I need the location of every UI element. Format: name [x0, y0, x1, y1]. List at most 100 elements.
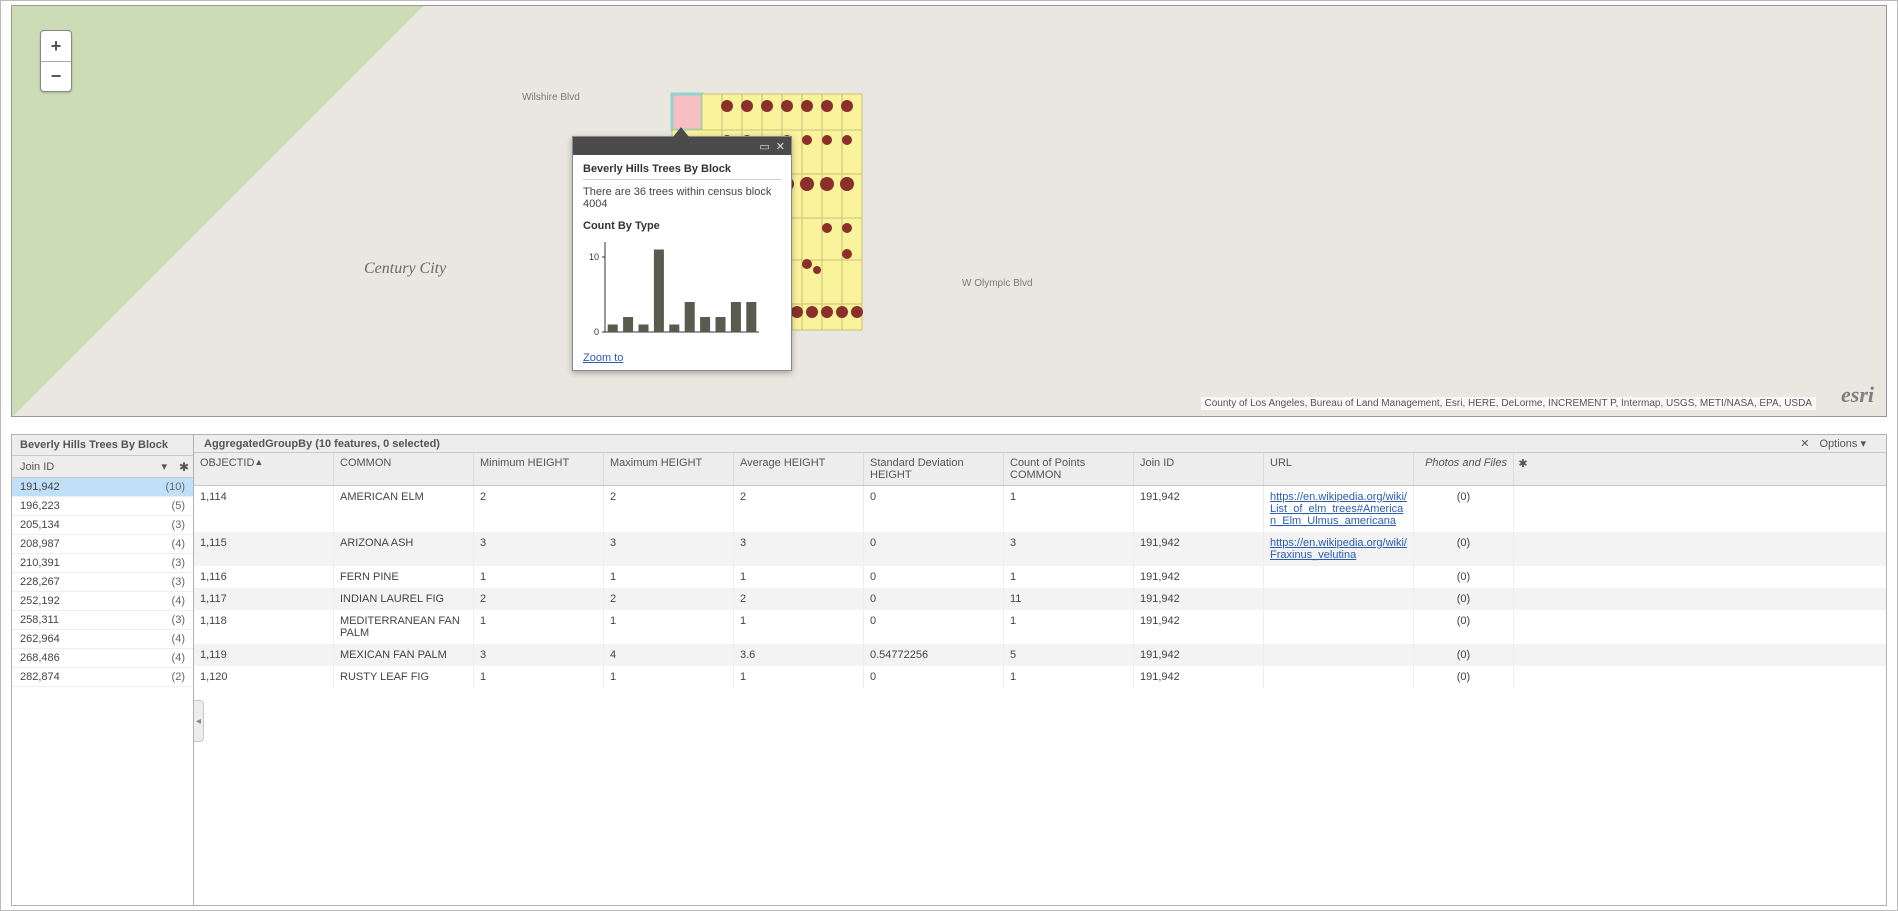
cell-count: 1: [1004, 486, 1134, 532]
cell-max: 3: [604, 532, 734, 566]
cell-photos: (0): [1414, 610, 1514, 644]
count-value: (10): [165, 481, 185, 493]
col-objectid[interactable]: OBJECTID: [194, 453, 334, 485]
map-label-olympic: W Olympic Blvd: [962, 278, 1033, 289]
list-item[interactable]: 282,874(2): [12, 668, 193, 687]
cell-min: 1: [474, 666, 604, 688]
col-max-height[interactable]: Maximum HEIGHT: [604, 453, 734, 485]
cell-std: 0: [864, 610, 1004, 644]
count-value: (4): [172, 633, 185, 645]
list-item[interactable]: 252,192(4): [12, 592, 193, 611]
list-item[interactable]: 268,486(4): [12, 649, 193, 668]
popup-chart-title: Count By Type: [583, 220, 781, 232]
count-value: (3): [172, 576, 185, 588]
popup-arrow-icon: [673, 127, 689, 137]
popup-titlebar[interactable]: ▭ ✕: [573, 137, 791, 155]
zoom-in-button[interactable]: +: [41, 31, 71, 61]
list-item[interactable]: 258,311(3): [12, 611, 193, 630]
grid-body[interactable]: 1,114AMERICAN ELM22201191,942https://en.…: [194, 486, 1886, 905]
options-menu[interactable]: Options: [1820, 437, 1867, 450]
list-item[interactable]: 228,267(3): [12, 573, 193, 592]
table-row[interactable]: 1,116FERN PINE11101191,942(0): [194, 566, 1886, 588]
count-value: (3): [172, 614, 185, 626]
cell-photos: (0): [1414, 666, 1514, 688]
popup-zoom-to-link[interactable]: Zoom to: [583, 352, 623, 364]
esri-logo: esri: [1841, 382, 1874, 408]
panel-expand-handle[interactable]: ◂: [194, 700, 204, 742]
join-id-value: 228,267: [20, 576, 172, 588]
join-id-value: 258,311: [20, 614, 172, 626]
table-row[interactable]: 1,115ARIZONA ASH33303191,942https://en.w…: [194, 532, 1886, 566]
table-row[interactable]: 1,120RUSTY LEAF FIG11101191,942(0): [194, 666, 1886, 688]
url-link[interactable]: https://en.wikipedia.org/wiki/List_of_el…: [1270, 491, 1407, 527]
cell-common: INDIAN LAUREL FIG: [334, 588, 474, 610]
list-item[interactable]: 205,134(3): [12, 516, 193, 535]
col-join-id[interactable]: Join ID: [1134, 453, 1264, 485]
map-feature-layer[interactable]: [12, 6, 1887, 417]
cell-objectid: 1,117: [194, 588, 334, 610]
popup-maximize-icon[interactable]: ▭: [759, 140, 769, 153]
col-photos[interactable]: Photos and Files: [1414, 453, 1514, 485]
list-item[interactable]: 191,942(10): [12, 478, 193, 497]
cell-std: 0: [864, 532, 1004, 566]
right-close-icon[interactable]: ✕: [1800, 437, 1809, 450]
join-id-value: 208,987: [20, 538, 172, 550]
join-id-value: 268,486: [20, 652, 172, 664]
popup-close-icon[interactable]: ✕: [776, 140, 785, 153]
cell-join: 191,942: [1134, 532, 1264, 566]
col-avg-height[interactable]: Average HEIGHT: [734, 453, 864, 485]
plus-icon[interactable]: ✱: [1514, 453, 1532, 485]
cell-common: AMERICAN ELM: [334, 486, 474, 532]
count-value: (4): [172, 538, 185, 550]
zoom-out-button[interactable]: −: [41, 61, 71, 91]
cell-common: RUSTY LEAF FIG: [334, 666, 474, 688]
cell-std: 0.54772256: [864, 644, 1004, 666]
left-panel-title: Beverly Hills Trees By Block: [12, 435, 193, 456]
cell-max: 2: [604, 486, 734, 532]
cell-join: 191,942: [1134, 666, 1264, 688]
table-row[interactable]: 1,117INDIAN LAUREL FIG222011191,942(0): [194, 588, 1886, 610]
col-count-points[interactable]: Count of Points COMMON: [1004, 453, 1134, 485]
col-std-height[interactable]: Standard Deviation HEIGHT: [864, 453, 1004, 485]
popup-summary: There are 36 trees within census block 4…: [583, 186, 781, 210]
left-panel-col-header: Join ID ▾ ✱: [12, 456, 193, 478]
attribute-tables: Beverly Hills Trees By Block Join ID ▾ ✱…: [11, 434, 1887, 906]
cell-url: [1264, 566, 1414, 588]
cell-photos: (0): [1414, 532, 1514, 566]
col-common[interactable]: COMMON: [334, 453, 474, 485]
join-id-value: 191,942: [20, 481, 165, 493]
svg-text:0: 0: [594, 327, 599, 337]
table-row[interactable]: 1,119MEXICAN FAN PALM343.60.547722565191…: [194, 644, 1886, 666]
join-id-value: 196,223: [20, 500, 172, 512]
table-row[interactable]: 1,118MEDITERRANEAN FAN PALM11101191,942(…: [194, 610, 1886, 644]
left-list[interactable]: 191,942(10)196,223(5)205,134(3)208,987(4…: [12, 478, 193, 905]
url-link[interactable]: https://en.wikipedia.org/wiki/Fraxinus_v…: [1270, 537, 1407, 561]
cell-url: [1264, 666, 1414, 688]
chevron-down-icon[interactable]: ▾: [153, 456, 175, 477]
join-id-value: 262,964: [20, 633, 172, 645]
map-label-century-city: Century City: [364, 260, 446, 278]
zoom-control: + −: [40, 30, 72, 92]
list-item[interactable]: 208,987(4): [12, 535, 193, 554]
left-panel: Beverly Hills Trees By Block Join ID ▾ ✱…: [12, 435, 194, 905]
cell-avg: 1: [734, 610, 864, 644]
cell-join: 191,942: [1134, 610, 1264, 644]
list-item[interactable]: 262,964(4): [12, 630, 193, 649]
cell-common: FERN PINE: [334, 566, 474, 588]
left-col-join-id[interactable]: Join ID: [12, 457, 153, 477]
cell-min: 3: [474, 532, 604, 566]
cell-url: [1264, 588, 1414, 610]
gear-icon[interactable]: ✱: [175, 460, 193, 474]
svg-text:10: 10: [589, 252, 599, 262]
cell-url: [1264, 610, 1414, 644]
list-item[interactable]: 196,223(5): [12, 497, 193, 516]
col-min-height[interactable]: Minimum HEIGHT: [474, 453, 604, 485]
cell-count: 1: [1004, 566, 1134, 588]
join-id-value: 282,874: [20, 671, 172, 683]
cell-std: 0: [864, 486, 1004, 532]
cell-join: 191,942: [1134, 644, 1264, 666]
list-item[interactable]: 210,391(3): [12, 554, 193, 573]
col-url[interactable]: URL: [1264, 453, 1414, 485]
table-row[interactable]: 1,114AMERICAN ELM22201191,942https://en.…: [194, 486, 1886, 532]
map[interactable]: Century City Wilshire Blvd W Olympic Blv…: [11, 5, 1887, 417]
